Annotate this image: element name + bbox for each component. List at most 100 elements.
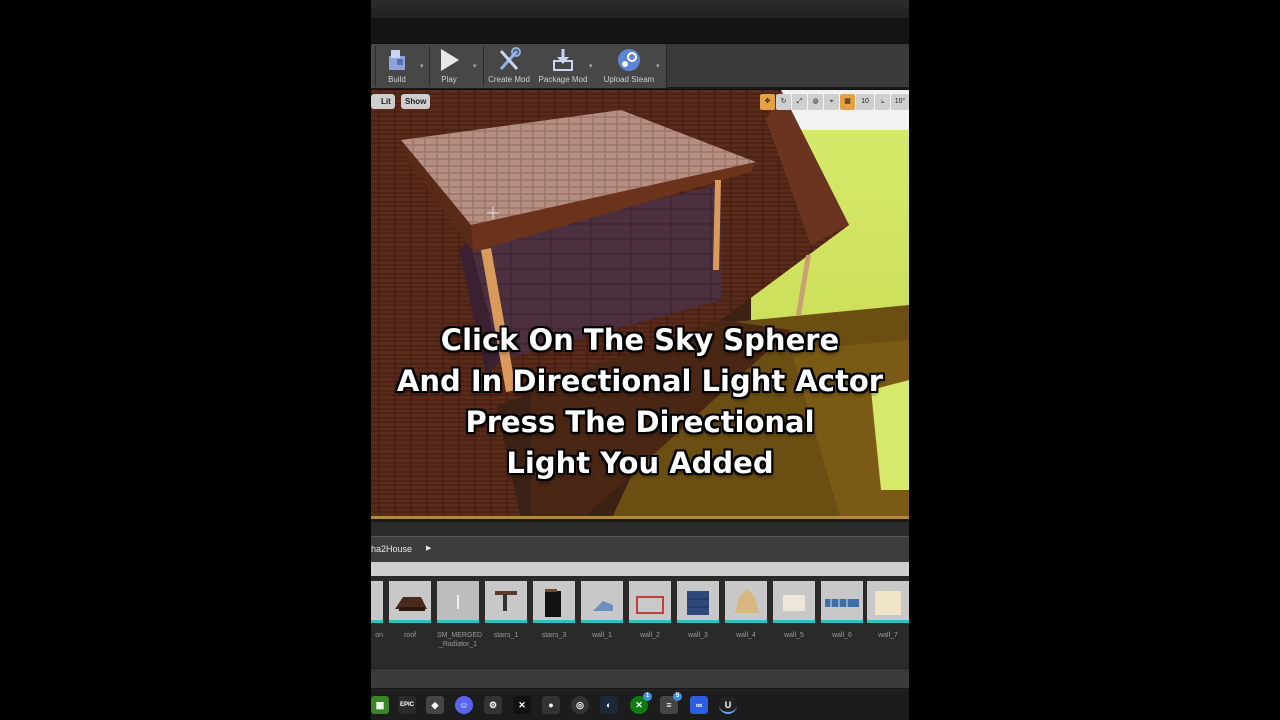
wall-preview: [825, 599, 859, 607]
asset-tile[interactable]: wall_4: [725, 581, 767, 640]
asset-name: wall_6: [832, 632, 852, 639]
breadcrumb-arrow-icon[interactable]: ▶: [426, 544, 431, 552]
asset-tile[interactable]: wall_3: [677, 581, 719, 640]
package-mod-dropdown-arrow[interactable]: ▾: [589, 62, 593, 70]
caption-line: Click On The Sky Sphere: [440, 323, 840, 357]
asset-thumbnail: [867, 581, 909, 623]
asset-tile[interactable]: stairs_1: [485, 581, 527, 640]
asset-tile[interactable]: wall_5: [773, 581, 815, 640]
steam-icon[interactable]: ◐: [600, 696, 618, 714]
viewport-transform-tools: ✥ ↻ ⤢ ◍ ⌖ ▦ 10 ⦣ 10°: [760, 94, 909, 110]
build-dropdown-arrow[interactable]: ▾: [420, 62, 424, 70]
create-mod-label: Create Mod: [488, 75, 530, 84]
show-flags-button[interactable]: Show: [401, 94, 431, 109]
asset-name: SM_MERGED _Radiator_1: [437, 632, 483, 648]
caption-line: And In Directional Light Actor: [396, 364, 884, 398]
asset-tile[interactable]: wall_7: [867, 581, 909, 640]
content-browser-path-bar: ha2House ▶: [371, 536, 909, 562]
asset-tile[interactable]: stairs_3: [533, 581, 575, 640]
wall-preview: [687, 591, 709, 615]
asset-name: on: [375, 632, 383, 639]
main-toolbar: Build ▾ Play ▾ Create Mod Package Mod ▾ …: [371, 44, 909, 88]
viewport-toolbar: Lit Show ✥ ↻ ⤢ ◍ ⌖ ▦ 10 ⦣ 10°: [371, 90, 909, 112]
toolbar-separator: [375, 46, 376, 86]
asset-thumbnail: [677, 581, 719, 623]
asset-name: wall_7: [878, 632, 898, 639]
caption-line: Press The Directional: [465, 405, 815, 439]
world-space-icon[interactable]: ◍: [808, 94, 823, 110]
content-browser-status-bar: [371, 668, 909, 688]
folder-breadcrumb[interactable]: ha2House: [371, 544, 412, 554]
level-viewport[interactable]: Lit Show ✥ ↻ ⤢ ◍ ⌖ ▦ 10 ⦣ 10° Click On T…: [371, 89, 909, 519]
package-mod-button[interactable]: Package Mod: [535, 46, 591, 86]
settings-icon[interactable]: ⚙: [484, 696, 502, 714]
asset-name: stairs_1: [493, 632, 519, 639]
notification-badge: 1: [643, 692, 652, 701]
roblox-icon[interactable]: ◆: [426, 696, 444, 714]
wall-preview: [636, 596, 664, 614]
toolbar-separator: [483, 46, 484, 86]
content-browser-filter-bar: [371, 562, 909, 576]
dog-icon[interactable]: ●: [542, 696, 560, 714]
capcut-icon[interactable]: ✕: [513, 696, 531, 714]
grid-snap-value[interactable]: 10: [856, 94, 874, 110]
radiator-preview: [457, 595, 459, 609]
asset-tile[interactable]: on: [371, 581, 383, 640]
tab-strip: [371, 18, 909, 44]
asset-thumbnail: [485, 581, 527, 623]
stairs-preview: [495, 591, 517, 611]
asset-thumbnail: [629, 581, 671, 623]
asset-name: wall_1: [592, 632, 612, 639]
wall-preview: [783, 595, 805, 611]
asset-thumbnail: [437, 581, 479, 623]
panel-divider: [371, 522, 909, 536]
meta-icon[interactable]: ∞: [690, 696, 708, 714]
upload-steam-dropdown-arrow[interactable]: ▾: [656, 62, 660, 70]
asset-thumbnail: [773, 581, 815, 623]
wall-preview: [593, 601, 613, 611]
caption-line: Light You Added: [506, 446, 774, 480]
minecraft-icon[interactable]: ▦: [371, 696, 389, 714]
toolbar-button-group: Build ▾ Play ▾ Create Mod Package Mod ▾ …: [371, 44, 667, 88]
rotate-snap-icon[interactable]: ⦣: [875, 94, 890, 110]
asset-tile[interactable]: wall_6: [821, 581, 863, 640]
lit-view-mode-button[interactable]: Lit: [371, 94, 395, 109]
unreal-icon[interactable]: U: [719, 696, 737, 714]
asset-tile[interactable]: wall_2: [629, 581, 671, 640]
rotate-snap-value[interactable]: 10°: [891, 94, 909, 110]
stairs-preview: [545, 589, 561, 617]
upload-steam-button[interactable]: Upload Steam: [599, 46, 659, 86]
asset-name: roof: [403, 632, 417, 639]
window-top-strip: [371, 0, 909, 18]
roof-preview: [395, 597, 427, 611]
asset-thumbnail: [581, 581, 623, 623]
steam-icon: [618, 49, 640, 71]
asset-thumbnail: [821, 581, 863, 623]
asset-tile[interactable]: roof: [389, 581, 431, 640]
create-mod-button[interactable]: Create Mod: [485, 46, 533, 86]
play-label: Play: [441, 75, 457, 84]
windows-taskbar: ▦ EPIC ◆ ☺ ⚙ ✕ ● ◎ ◐ ✕ 1 ≡ 5 ∞ U: [371, 690, 909, 720]
notification-badge: 5: [673, 692, 682, 701]
show-label: Show: [405, 97, 427, 106]
play-dropdown-arrow[interactable]: ▾: [473, 62, 477, 70]
asset-tile[interactable]: SM_MERGED _Radiator_1: [437, 581, 483, 649]
surface-snap-icon[interactable]: ⌖: [824, 94, 839, 110]
scale-tool-icon[interactable]: ⤢: [792, 94, 807, 110]
obs-icon[interactable]: ◎: [571, 696, 589, 714]
asset-name: wall_5: [784, 632, 804, 639]
discord-icon[interactable]: ☺: [455, 696, 473, 714]
play-button[interactable]: Play: [431, 46, 467, 86]
build-button[interactable]: Build: [379, 46, 415, 86]
build-icon: [389, 50, 405, 70]
rotate-tool-icon[interactable]: ↻: [776, 94, 791, 110]
asset-tile[interactable]: wall_1: [581, 581, 623, 640]
create-mod-icon: [499, 47, 521, 70]
asset-name: wall_4: [736, 632, 756, 639]
epic-games-icon[interactable]: EPIC: [398, 696, 416, 714]
grid-snap-icon[interactable]: ▦: [840, 94, 855, 110]
asset-thumbnail: [371, 581, 383, 623]
move-tool-icon[interactable]: ✥: [760, 94, 775, 110]
xbox-icon[interactable]: ✕ 1: [630, 692, 652, 714]
stack-icon[interactable]: ≡ 5: [660, 692, 682, 714]
